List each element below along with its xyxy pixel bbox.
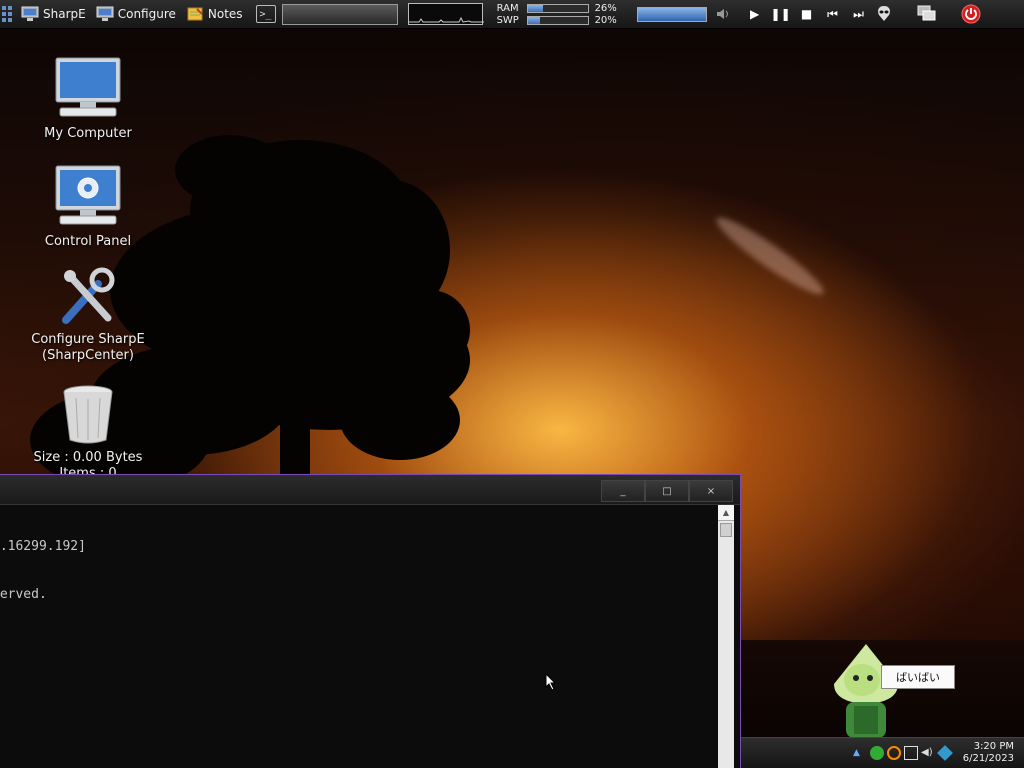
tray-search-icon[interactable] bbox=[887, 746, 901, 760]
launcher-sharpe[interactable]: SharpE bbox=[16, 2, 91, 26]
play-icon[interactable]: ▶ bbox=[745, 4, 765, 24]
desktop-icon-control-panel[interactable]: Control Panel bbox=[23, 164, 153, 250]
memory-monitor: RAM 26% SWP 20% bbox=[497, 3, 621, 26]
swp-bar-fill bbox=[527, 16, 540, 24]
window-buttons: _ □ × bbox=[601, 480, 733, 502]
mouse-cursor-icon bbox=[545, 673, 557, 691]
swp-bar bbox=[526, 15, 589, 25]
desktop-mascot[interactable] bbox=[826, 642, 906, 740]
previous-icon[interactable]: ⏮ bbox=[823, 4, 843, 24]
ram-bar-fill bbox=[527, 4, 544, 12]
mascot-speech-bubble: ばいばい bbox=[881, 665, 955, 689]
tray-green-icon[interactable] bbox=[870, 746, 884, 760]
swp-percent: 20% bbox=[594, 14, 617, 26]
my-computer-icon bbox=[55, 57, 121, 117]
top-panel: SharpE Configure Notes >_ RAM 26% SWP 20… bbox=[0, 0, 1024, 29]
clock-time: 3:20 PM bbox=[973, 741, 1014, 752]
ram-percent: 26% bbox=[594, 2, 617, 14]
terminal-line: served. bbox=[0, 587, 47, 602]
icon-label: My Computer bbox=[44, 126, 132, 141]
launcher-configure[interactable]: Configure bbox=[91, 2, 181, 26]
scroll-thumb[interactable] bbox=[720, 523, 732, 537]
icon-label: Control Panel bbox=[44, 234, 132, 249]
swp-label: SWP bbox=[496, 14, 519, 26]
terminal-line: 0.16299.192] bbox=[0, 539, 86, 554]
ram-label: RAM bbox=[496, 2, 519, 14]
launcher-label: Configure bbox=[117, 7, 176, 21]
launcher-notes[interactable]: Notes bbox=[181, 2, 248, 26]
maximize-button[interactable]: □ bbox=[645, 480, 689, 502]
next-icon[interactable]: ⏭ bbox=[849, 4, 869, 24]
media-controls: ▶ ❚❚ ■ ⏮ ⏭ bbox=[745, 4, 893, 24]
cpu-graph bbox=[407, 3, 484, 25]
speaker-icon[interactable] bbox=[715, 6, 731, 22]
cpu-graph-line bbox=[408, 16, 484, 23]
terminal-titlebar[interactable]: _ □ × bbox=[0, 475, 740, 505]
icon-label: Size : 0.00 Bytes bbox=[33, 450, 143, 465]
volume-slider[interactable] bbox=[636, 6, 707, 22]
network-icon[interactable] bbox=[904, 746, 918, 760]
icon-label: Configure SharpE bbox=[31, 332, 145, 347]
desktop-icon-my-computer[interactable]: My Computer bbox=[23, 56, 153, 142]
clock[interactable]: 3:20 PM 6/21/2023 bbox=[963, 741, 1014, 765]
taskbar-applet-box[interactable] bbox=[281, 3, 398, 25]
terminal-launch-button[interactable]: >_ bbox=[255, 5, 276, 23]
volume-icon[interactable]: ◀) bbox=[921, 746, 935, 760]
power-icon[interactable] bbox=[961, 4, 981, 24]
tray-expand-icon[interactable]: ▲ bbox=[853, 746, 867, 760]
ram-bar bbox=[526, 3, 589, 13]
stop-icon[interactable]: ■ bbox=[797, 4, 817, 24]
desktop-icon-recycle-bin[interactable]: Size : 0.00 Bytes Items : 0 bbox=[23, 384, 153, 476]
notes-icon bbox=[187, 7, 203, 21]
pause-icon[interactable]: ❚❚ bbox=[771, 4, 791, 24]
close-button[interactable]: × bbox=[689, 480, 733, 502]
terminal-scrollbar[interactable]: ▲ bbox=[718, 505, 734, 768]
icon-label-sub: (SharpCenter) bbox=[42, 348, 134, 363]
system-tray: ▲ ◀) 3:20 PM 6/21/2023 bbox=[741, 737, 1024, 768]
terminal-output[interactable]: 0.16299.192] served. bbox=[0, 505, 718, 768]
alien-icon[interactable] bbox=[875, 4, 893, 24]
window-switch-icon[interactable] bbox=[917, 5, 937, 23]
terminal-window[interactable]: _ □ × 0.16299.192] served. ▲ bbox=[0, 474, 741, 768]
menu-grid-icon[interactable] bbox=[2, 4, 16, 24]
tray-blue-icon[interactable] bbox=[937, 745, 953, 761]
monitor-icon bbox=[21, 6, 39, 21]
minimize-button[interactable]: _ bbox=[601, 480, 645, 502]
scroll-up-icon[interactable]: ▲ bbox=[718, 505, 734, 521]
control-panel-icon bbox=[55, 165, 121, 225]
clock-date: 6/21/2023 bbox=[962, 753, 1014, 764]
launcher-label: SharpE bbox=[43, 7, 86, 21]
tray-icons: ▲ ◀) bbox=[853, 745, 953, 761]
tools-icon bbox=[62, 267, 115, 324]
monitor-icon bbox=[96, 6, 114, 21]
recycle-bin-icon bbox=[63, 385, 113, 444]
launcher-label: Notes bbox=[207, 7, 243, 21]
desktop-icon-configure-sharpe[interactable]: Configure SharpE (SharpCenter) bbox=[23, 266, 153, 364]
